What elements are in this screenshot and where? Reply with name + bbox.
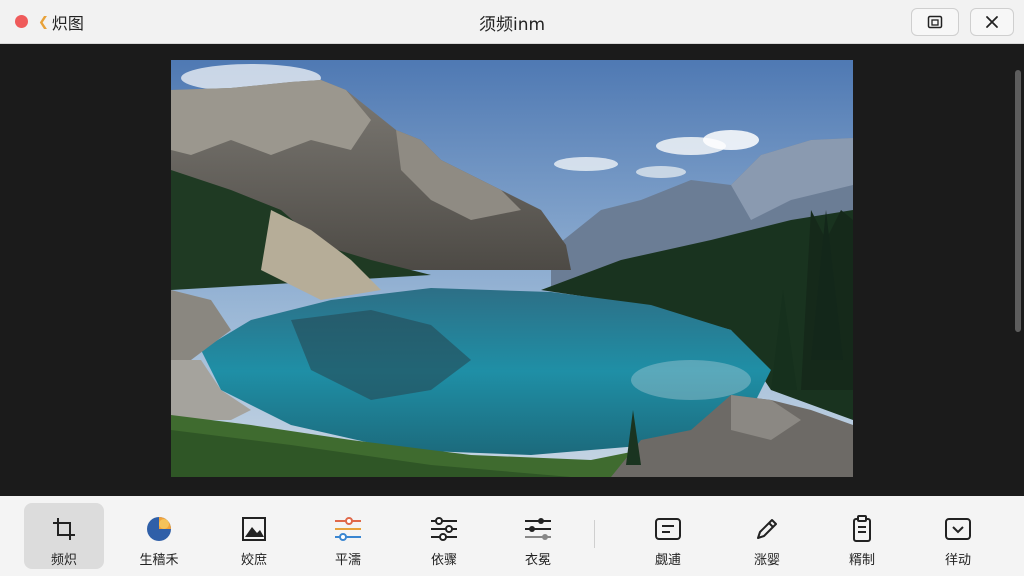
adjust-sliders-icon bbox=[431, 517, 457, 541]
edit-toolbar: 频炽 生穑禾 姣庶 平濡 依骤 衣冕 觑逋 涨婴 糈制 徉动 bbox=[0, 496, 1024, 576]
tool-draw[interactable]: 涨婴 bbox=[727, 503, 807, 569]
tool-crop[interactable]: 频炽 bbox=[24, 503, 104, 569]
palette-icon bbox=[147, 517, 171, 541]
image-icon bbox=[242, 517, 266, 541]
tool-label: 糈制 bbox=[848, 553, 875, 568]
tool-label: 生穑禾 bbox=[139, 553, 179, 568]
landscape-photo[interactable] bbox=[171, 60, 853, 477]
restore-button[interactable] bbox=[911, 8, 959, 36]
tool-adjust[interactable]: 依骤 bbox=[404, 503, 484, 569]
clipboard-icon bbox=[853, 515, 871, 542]
tool-label: 徉动 bbox=[944, 553, 971, 568]
tool-copy[interactable]: 糈制 bbox=[822, 503, 902, 569]
tool-label: 觑逋 bbox=[654, 553, 681, 568]
tune-sliders-icon bbox=[525, 518, 551, 540]
tool-filter[interactable]: 生穑禾 bbox=[119, 503, 199, 569]
pencil-icon bbox=[757, 519, 777, 539]
close-button[interactable] bbox=[970, 8, 1014, 36]
tool-text[interactable]: 觑逋 bbox=[628, 503, 708, 569]
mountain-lake-image bbox=[171, 60, 853, 477]
tool-label: 依骤 bbox=[430, 553, 457, 568]
tool-tune[interactable]: 衣冕 bbox=[498, 503, 578, 569]
tool-label: 平濡 bbox=[334, 553, 361, 568]
download-box-icon bbox=[945, 518, 971, 540]
tool-color[interactable]: 平濡 bbox=[308, 503, 388, 569]
tool-label: 衣冕 bbox=[524, 553, 551, 568]
restore-icon bbox=[927, 15, 943, 29]
close-icon bbox=[986, 16, 998, 28]
document-title: 须频inm bbox=[478, 15, 546, 35]
tool-label: 涨婴 bbox=[753, 553, 780, 568]
image-canvas[interactable] bbox=[0, 44, 1024, 496]
vertical-scrollbar[interactable] bbox=[1015, 70, 1021, 332]
tool-label: 姣庶 bbox=[240, 553, 267, 568]
tool-save[interactable]: 徉动 bbox=[918, 503, 998, 569]
color-sliders-icon bbox=[335, 517, 361, 541]
crop-icon bbox=[53, 518, 75, 540]
tool-image[interactable]: 姣庶 bbox=[214, 503, 294, 569]
toolbar-divider bbox=[594, 520, 595, 548]
title-bar: ❮ 炽图 须频inm bbox=[0, 0, 1024, 44]
tool-label: 频炽 bbox=[50, 553, 77, 568]
text-box-icon bbox=[655, 518, 681, 540]
